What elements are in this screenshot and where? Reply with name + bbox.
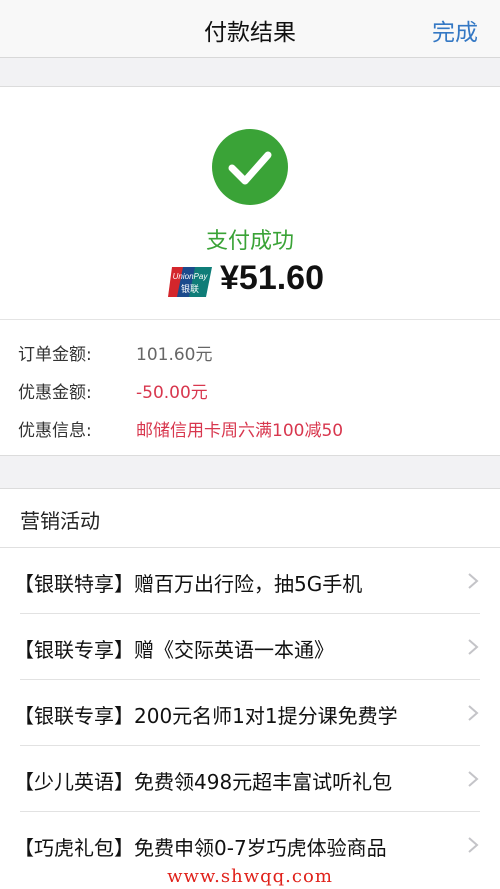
chevron-right-icon (468, 837, 479, 853)
chevron-right-icon (468, 639, 479, 655)
discount-amount-label: 优惠金额: (18, 383, 92, 403)
promo-item-label: 【巧虎礼包】免费申领0-7岁巧虎体验商品 (14, 836, 387, 860)
success-check-icon (212, 129, 288, 205)
marketing-section-title: 营销活动 (20, 509, 100, 533)
order-details: 订单金额: 101.60元 优惠金额: -50.00元 优惠信息: 邮储信用卡周… (0, 320, 500, 456)
svg-text:银联: 银联 (181, 283, 199, 295)
payment-result-card: 支付成功 UnionPay 银联 ¥51.60 (0, 86, 500, 320)
promo-item-kids-english[interactable]: 【少儿英语】免费领498元超丰富试听礼包 (0, 746, 500, 812)
promo-item-english-book[interactable]: 【银联专享】赠《交际英语一本通》 (0, 614, 500, 680)
page-title: 付款结果 (204, 20, 296, 46)
chevron-right-icon (468, 771, 479, 787)
promo-item-label: 【银联特享】赠百万出行险，抽5G手机 (14, 572, 363, 596)
marketing-section-header: 营销活动 (0, 488, 500, 548)
watermark-text: www.shwqq.com (167, 866, 333, 887)
discount-info-label: 优惠信息: (18, 421, 92, 441)
promotion-list: 【银联特享】赠百万出行险，抽5G手机 【银联专享】赠《交际英语一本通》 【银联专… (0, 548, 500, 889)
promo-item-label: 【银联专享】赠《交际英语一本通》 (14, 638, 334, 662)
discount-amount-value: -50.00元 (136, 383, 208, 403)
chevron-right-icon (468, 573, 479, 589)
done-button[interactable]: 完成 (432, 13, 478, 47)
chevron-right-icon (468, 705, 479, 721)
order-amount-label: 订单金额: (18, 345, 92, 365)
promo-item-tutoring[interactable]: 【银联专享】200元名师1对1提分课免费学 (0, 680, 500, 746)
promo-item-label: 【少儿英语】免费领498元超丰富试听礼包 (14, 770, 393, 794)
promo-item-travel-insurance[interactable]: 【银联特享】赠百万出行险，抽5G手机 (0, 548, 500, 614)
payment-amount: ¥51.60 (220, 259, 324, 297)
payment-status-text: 支付成功 (205, 229, 294, 254)
navigation-bar: 付款结果 完成 (0, 0, 500, 58)
promo-item-label: 【银联专享】200元名师1对1提分课免费学 (14, 704, 398, 728)
unionpay-logo-icon: UnionPay 银联 (168, 267, 212, 297)
order-amount-value: 101.60元 (136, 345, 213, 365)
discount-info-value: 邮储信用卡周六满100减50 (136, 421, 344, 441)
svg-text:UnionPay: UnionPay (173, 272, 209, 281)
